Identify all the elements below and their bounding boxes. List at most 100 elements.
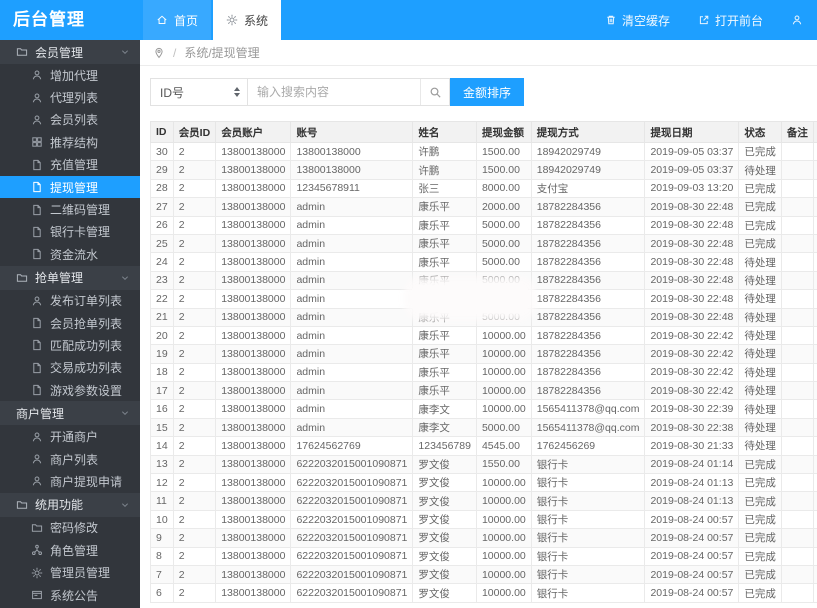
sidebar-item[interactable]: 增加代理 — [0, 64, 140, 86]
cell-name: 张三 — [413, 179, 477, 197]
cell-status: 已完成 — [739, 216, 782, 234]
cell-method: 18942029749 — [531, 143, 645, 161]
cell-account: 13800138000 — [216, 547, 291, 565]
cell-number: admin — [291, 198, 413, 216]
sidebar-item[interactable]: 商户列表 — [0, 448, 140, 470]
amount-sort-button[interactable]: 金额排序 — [450, 78, 524, 106]
cell-date: 2019-08-30 22:42 — [645, 326, 739, 344]
sidebar-item[interactable]: 商户提现申请 — [0, 470, 140, 492]
column-header: 操作 — [813, 122, 817, 143]
sidebar-item[interactable]: 匹配成功列表 — [0, 334, 140, 356]
table-row: 92138001380006222032015001090871罗文俊10000… — [151, 529, 817, 547]
cell-account: 13800138000 — [216, 253, 291, 271]
cell-number: 13800138000 — [291, 143, 413, 161]
column-header: 会员账户 — [216, 122, 291, 143]
sidebar-item[interactable]: 会员抢单列表 — [0, 312, 140, 334]
sidebar: 后台管理 会员管理增加代理代理列表会员列表推荐结构充值管理提现管理二维码管理银行… — [0, 0, 140, 608]
cell-amount: 2000.00 — [476, 198, 531, 216]
cell-remark — [781, 510, 813, 528]
cell-method: 1565411378@qq.com — [531, 418, 645, 436]
tab-system[interactable]: 系统 — [213, 0, 281, 40]
user-menu-button[interactable] — [791, 14, 803, 26]
sidebar-item[interactable]: 二维码管理 — [0, 198, 140, 220]
cell-number: admin — [291, 345, 413, 363]
search-button[interactable] — [420, 79, 449, 105]
gear-icon — [31, 567, 43, 579]
cell-method: 银行卡 — [531, 565, 645, 583]
cell-account: 13800138000 — [216, 290, 291, 308]
sidebar-item-label: 银行卡管理 — [50, 223, 110, 240]
sidebar-section-label: 抢单管理 — [35, 269, 83, 286]
sidebar-item-label: 代理列表 — [50, 89, 98, 106]
sidebar-item[interactable]: 交易成功列表 — [0, 357, 140, 379]
table-row: 82138001380006222032015001090871罗文俊10000… — [151, 547, 817, 565]
cell-operations: 提现 || 退回 || 删除 — [813, 455, 817, 473]
cell-remark — [781, 547, 813, 565]
sidebar-item[interactable]: 代理列表 — [0, 86, 140, 108]
cell-remark — [781, 474, 813, 492]
cell-name: 康乐平 — [413, 308, 477, 326]
cell-name — [413, 290, 477, 308]
search-input[interactable] — [248, 79, 420, 105]
cell-method: 18782284356 — [531, 290, 645, 308]
sidebar-item-label: 提现管理 — [50, 179, 98, 196]
cell-operations: 提现 || 退回 || 删除 — [813, 363, 817, 381]
cell-name: 罗文俊 — [413, 529, 477, 547]
cell-remark — [781, 584, 813, 602]
cell-operations: 提现 || 退回 || 删除 — [813, 565, 817, 583]
sidebar-item[interactable]: 管理员管理 — [0, 561, 140, 583]
clear-cache-button[interactable]: 清空缓存 — [605, 12, 670, 29]
cell-method: 1565411378@qq.com — [531, 400, 645, 418]
cell-status: 已完成 — [739, 584, 782, 602]
sidebar-item[interactable]: 提现管理 — [0, 176, 140, 198]
sidebar-section-3[interactable]: 统用功能 — [0, 493, 140, 517]
open-frontend-button[interactable]: 打开前台 — [698, 12, 763, 29]
user-icon — [31, 92, 43, 104]
breadcrumb-path: 系统/提现管理 — [184, 44, 259, 61]
cell-amount: 5000.00 — [476, 216, 531, 234]
sidebar-item[interactable]: 发布订单列表 — [0, 290, 140, 312]
cell-method: 银行卡 — [531, 510, 645, 528]
cell-amount: 5000.00 — [476, 418, 531, 436]
cell-date: 2019-08-24 01:13 — [645, 492, 739, 510]
sidebar-item[interactable]: 游戏参数设置 — [0, 379, 140, 401]
cell-amount: 5000.00 — [476, 271, 531, 289]
cell-id: 10 — [151, 510, 174, 528]
sidebar-item[interactable]: 密码修改 — [0, 517, 140, 539]
sidebar-item[interactable]: 开通商户 — [0, 425, 140, 447]
filter-select[interactable]: ID号 — [150, 78, 248, 106]
sidebar-item[interactable]: 推荐结构 — [0, 131, 140, 153]
sidebar-item-label: 系统公告 — [50, 587, 98, 604]
cell-date: 2019-08-30 22:48 — [645, 271, 739, 289]
sidebar-item-label: 管理员管理 — [50, 564, 110, 581]
file-icon — [31, 181, 43, 193]
cell-remark — [781, 382, 813, 400]
admin-app: 后台管理 会员管理增加代理代理列表会员列表推荐结构充值管理提现管理二维码管理银行… — [0, 0, 817, 608]
sidebar-item-label: 会员列表 — [50, 111, 98, 128]
sidebar-item[interactable]: 资金流水 — [0, 243, 140, 265]
cell-remark — [781, 345, 813, 363]
tab-home[interactable]: 首页 — [143, 0, 211, 40]
cell-remark — [781, 198, 813, 216]
sidebar-item[interactable]: 充值管理 — [0, 154, 140, 176]
cell-method: 18782284356 — [531, 253, 645, 271]
cell-member-id: 2 — [173, 492, 216, 510]
cell-id: 20 — [151, 326, 174, 344]
sidebar-section-1[interactable]: 抢单管理 — [0, 266, 140, 290]
sidebar-item[interactable]: 会员列表 — [0, 109, 140, 131]
sidebar-item[interactable]: 角色管理 — [0, 539, 140, 561]
cell-member-id: 2 — [173, 345, 216, 363]
cell-status: 已完成 — [739, 474, 782, 492]
cell-operations: 提现 || 退回 || 删除 — [813, 492, 817, 510]
sidebar-section-0[interactable]: 会员管理 — [0, 40, 140, 64]
sidebar-section-2[interactable]: 商户管理 — [0, 401, 140, 425]
sidebar-item[interactable]: 银行卡管理 — [0, 221, 140, 243]
sidebar-item[interactable]: 系统公告 — [0, 584, 140, 606]
cell-id: 7 — [151, 565, 174, 583]
cell-date: 2019-08-30 22:48 — [645, 234, 739, 252]
cell-number: admin — [291, 363, 413, 381]
cell-method: 银行卡 — [531, 455, 645, 473]
folder-icon — [16, 499, 28, 511]
cell-operations: 提现 || 退回 || 删除 — [813, 474, 817, 492]
cell-amount: 10000.00 — [476, 345, 531, 363]
